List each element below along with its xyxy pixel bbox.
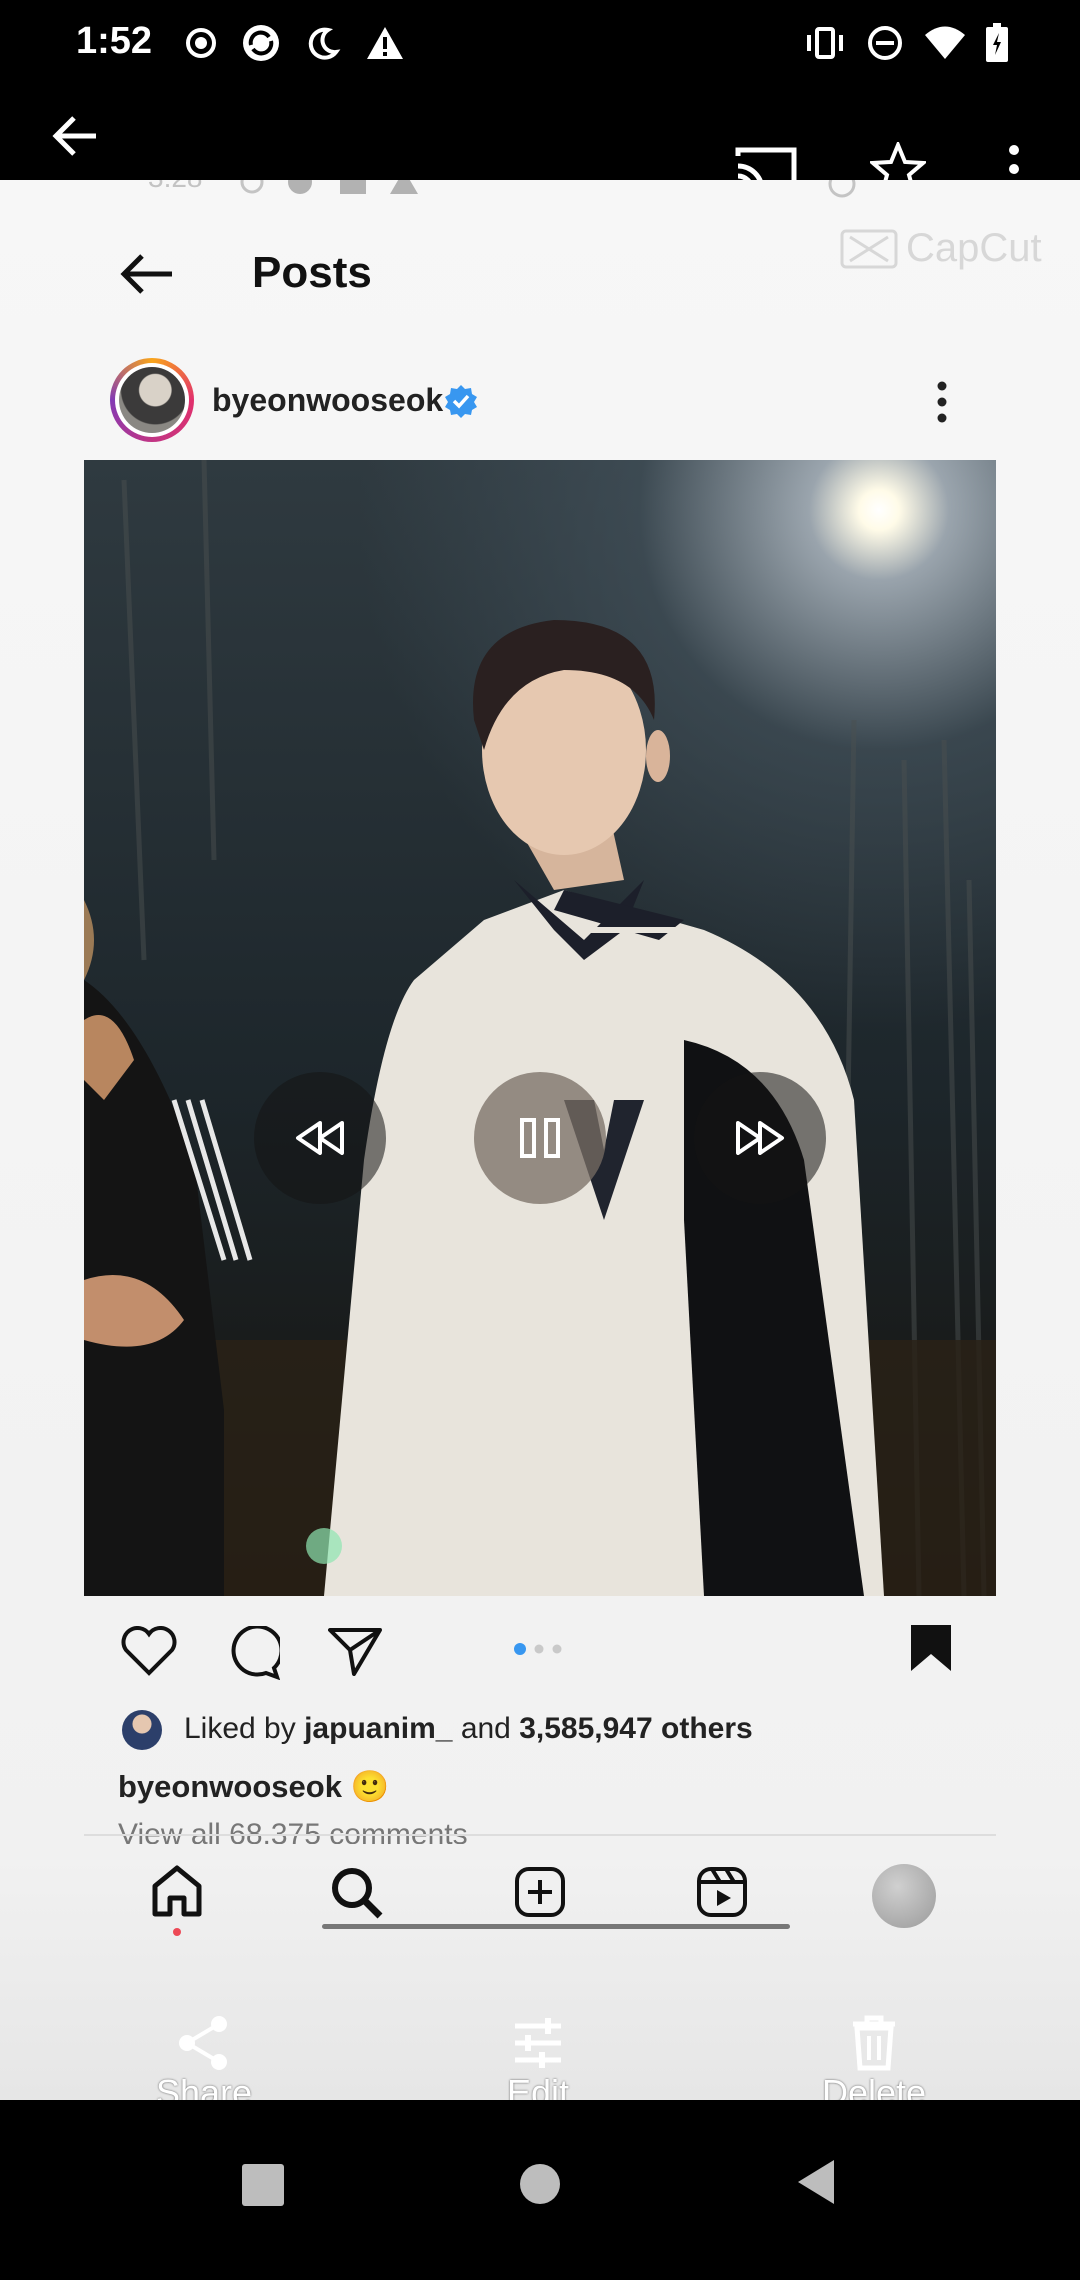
wifi-icon: [924, 22, 966, 64]
pause-icon: [520, 1118, 560, 1158]
post-photo: [84, 460, 996, 1596]
ghost-status-time: 3:28: [148, 180, 203, 194]
carousel-indicator: [512, 1642, 564, 1661]
system-navigation-bar: [0, 2100, 1080, 2280]
warning-icon: [364, 22, 406, 64]
share-button[interactable]: Share: [104, 2014, 304, 2114]
recents-button[interactable]: [242, 2164, 284, 2206]
rewind-button[interactable]: [254, 1072, 386, 1204]
vibrate-icon: [804, 22, 846, 64]
home-button[interactable]: [520, 2164, 560, 2204]
liked-by-count[interactable]: 3,585,947 others: [519, 1712, 752, 1745]
ghost-status-icons-right: [820, 180, 864, 205]
seek-bar[interactable]: [322, 1924, 790, 1929]
divider: [84, 1834, 996, 1836]
sync-icon: [240, 22, 282, 64]
add-post-icon[interactable]: [514, 1866, 566, 1923]
home-icon[interactable]: [150, 1864, 204, 1936]
ghost-status-icons: [240, 180, 430, 201]
delete-button[interactable]: Delete: [774, 2014, 974, 2114]
viewer-toolbar: [0, 90, 1080, 198]
search-icon[interactable]: [330, 1866, 384, 1925]
share-icon: [179, 2016, 227, 2070]
share-post-icon[interactable]: [328, 1626, 382, 1681]
like-icon[interactable]: [120, 1626, 178, 1681]
page-title: Posts: [252, 248, 372, 297]
liked-by-text[interactable]: Liked by japuanim_ and 3,585,947 others: [184, 1712, 753, 1746]
trash-icon: [853, 2015, 895, 2071]
verified-badge-icon: [444, 384, 478, 423]
view-comments-clip: View all 68,375 comments: [118, 1820, 998, 1844]
view-comments-link[interactable]: View all 68,375 comments: [118, 1820, 468, 1844]
back-button[interactable]: [796, 2158, 836, 2211]
capcut-watermark: CapCut: [840, 226, 1042, 271]
save-icon[interactable]: [908, 1622, 954, 1679]
liked-by-user[interactable]: japuanim_: [304, 1712, 452, 1745]
home-notification-dot: [173, 1928, 181, 1936]
post-caption: byeonwooseok 🙂: [118, 1768, 389, 1805]
liked-by-prefix: Liked by: [184, 1712, 296, 1745]
status-time: 1:52: [76, 20, 153, 62]
post-options-icon[interactable]: [934, 380, 950, 429]
rewind-icon: [296, 1121, 344, 1155]
screenshot-preview: 3:28 CapCut Posts byeonwooseok: [0, 180, 1080, 2100]
battery-icon: [976, 22, 1018, 64]
posts-back-icon[interactable]: [118, 252, 176, 301]
caption-emoji: 🙂: [350, 1769, 390, 1804]
record-icon: [180, 22, 222, 64]
viewer-actions: Share Edit Delete: [0, 1990, 1080, 2113]
watermark-text: CapCut: [906, 226, 1042, 270]
night-mode-icon: [302, 22, 344, 64]
fast-forward-button[interactable]: [694, 1072, 826, 1204]
liker-avatar[interactable]: [122, 1710, 162, 1750]
status-bar: 1:52: [0, 0, 1080, 90]
dnd-icon: [864, 22, 906, 64]
back-arrow-icon[interactable]: [50, 112, 100, 165]
liked-by-and: and: [460, 1712, 511, 1745]
caption-username[interactable]: byeonwooseok: [118, 1769, 342, 1804]
pause-button[interactable]: [474, 1072, 606, 1204]
profile-avatar[interactable]: [872, 1864, 936, 1928]
post-username[interactable]: byeonwooseok: [212, 382, 443, 419]
fast-forward-icon: [736, 1121, 784, 1155]
comment-icon[interactable]: [224, 1624, 284, 1685]
edit-button[interactable]: Edit: [438, 2014, 638, 2114]
reels-icon[interactable]: [696, 1866, 748, 1923]
tune-icon: [515, 2018, 561, 2068]
avatar[interactable]: [110, 358, 194, 442]
